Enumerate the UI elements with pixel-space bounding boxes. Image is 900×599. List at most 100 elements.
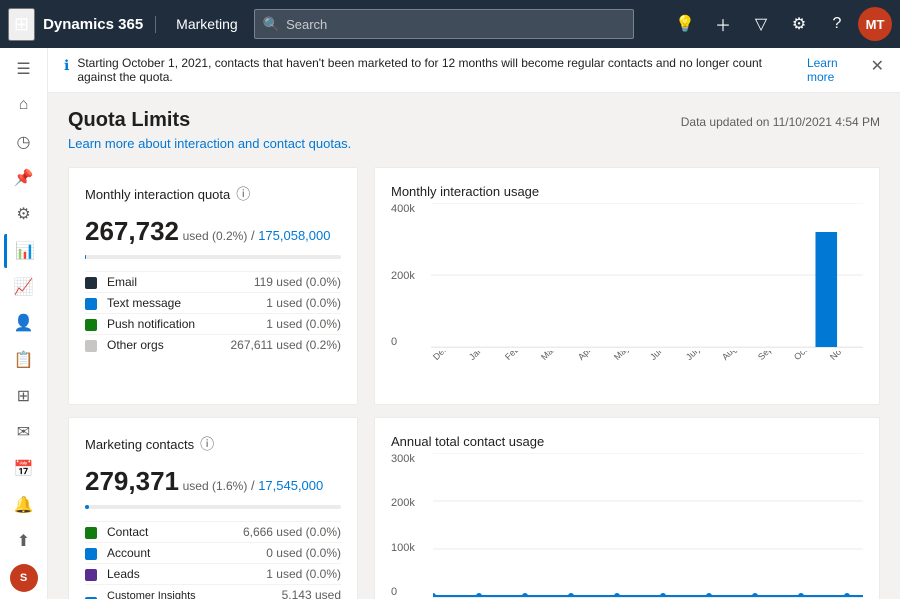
- sidebar: ☰ ⌂ ◷ 📌 ⚙ 📊 📈 👤 📋 ⊞ ✉ 📅 🔔 ⬆ S: [0, 48, 48, 599]
- search-icon: 🔍: [263, 16, 280, 33]
- monthly-chart-title: Monthly interaction usage: [391, 184, 863, 199]
- monthly-quota-total: 175,058,000: [258, 228, 330, 243]
- marketing-contacts-title: Marketing contacts ⓘ: [85, 434, 341, 454]
- text-color-dot: [85, 298, 97, 310]
- info-icon: ℹ: [64, 57, 69, 74]
- question-button[interactable]: ?: [820, 7, 854, 41]
- page-content: Quota Limits Data updated on 11/10/2021 …: [48, 93, 900, 599]
- contacts-slash: /: [251, 478, 255, 493]
- second-cards-row: Marketing contacts ⓘ 279,371 used (1.6%)…: [68, 417, 880, 599]
- sidebar-item-user-bottom[interactable]: S: [4, 561, 44, 595]
- email-color-dot: [85, 277, 97, 289]
- dot-6: [706, 593, 712, 598]
- annual-chart-area: 300k 200k 100k 0: [391, 453, 863, 599]
- filter-button[interactable]: ▽: [744, 7, 778, 41]
- monthly-quota-info-icon[interactable]: ⓘ: [236, 184, 250, 204]
- user-avatar[interactable]: MT: [858, 7, 892, 41]
- text-value: 1 used (0.0%): [211, 293, 341, 314]
- legend-row-other: Other orgs 267,611 used (0.2%): [85, 335, 341, 356]
- annual-y-axis: 300k 200k 100k 0: [391, 453, 415, 598]
- monthly-quota-slash: /: [251, 228, 255, 243]
- sidebar-item-active[interactable]: 📊: [4, 234, 44, 268]
- settings-button[interactable]: ⚙: [782, 7, 816, 41]
- module-name: Marketing: [164, 16, 237, 32]
- x-jun: June: [648, 351, 679, 362]
- sidebar-item-segments[interactable]: ⊞: [4, 379, 44, 413]
- sidebar-item-recent[interactable]: ◷: [4, 125, 44, 159]
- sidebar-item-email[interactable]: ✉: [4, 415, 44, 449]
- annual-line-chart-svg: [433, 453, 863, 598]
- learn-more-link[interactable]: Learn more: [807, 56, 863, 84]
- annual-chart-title: Annual total contact usage: [391, 434, 863, 449]
- contacts-used-pct: used (1.6%): [183, 479, 248, 493]
- app-grid-button[interactable]: ⊞: [8, 8, 35, 41]
- search-box[interactable]: 🔍: [254, 9, 634, 39]
- contacts-bar-container: [85, 505, 341, 509]
- sidebar-item-home[interactable]: ⌂: [4, 88, 44, 122]
- sidebar-item-settings[interactable]: ⚙: [4, 197, 44, 231]
- monthly-quota-used-pct: used (0.2%): [183, 229, 248, 243]
- x-jan: January: [467, 351, 498, 362]
- marketing-contacts-card: Marketing contacts ⓘ 279,371 used (1.6%)…: [68, 417, 358, 599]
- leads-label: Leads: [107, 564, 232, 585]
- sidebar-item-alerts[interactable]: 🔔: [4, 488, 44, 522]
- quota-learn-link[interactable]: Learn more about interaction and contact…: [68, 136, 351, 151]
- dot-3: [568, 593, 574, 598]
- leads-value: 1 used (0.0%): [232, 564, 341, 585]
- text-label: Text message: [107, 293, 211, 314]
- y-label-400k: 400k: [391, 203, 415, 215]
- other-color-dot: [85, 340, 97, 352]
- notification-close-button[interactable]: ✕: [871, 56, 884, 76]
- legend-row-email: Email 119 used (0.0%): [85, 272, 341, 293]
- x-apr: April: [576, 351, 607, 362]
- annual-y-0: 0: [391, 586, 415, 598]
- y-label-0: 0: [391, 336, 415, 348]
- annual-y-200k: 200k: [391, 497, 415, 509]
- monthly-bar-chart-svg: [431, 203, 863, 348]
- marketing-contacts-info-icon[interactable]: ⓘ: [200, 434, 214, 454]
- november-bar: [815, 232, 837, 348]
- first-cards-row: Monthly interaction quota ⓘ 267,732 used…: [68, 167, 880, 405]
- email-label: Email: [107, 272, 211, 293]
- contact-value: 6,666 used (0.0%): [232, 522, 341, 543]
- add-button[interactable]: ＋: [706, 7, 740, 41]
- x-may: May: [612, 351, 643, 362]
- dot-4: [614, 593, 620, 598]
- search-input[interactable]: [286, 17, 625, 32]
- data-updated-label: Data updated on 11/10/2021 4:54 PM: [681, 115, 880, 129]
- sidebar-item-chart[interactable]: 📈: [4, 270, 44, 304]
- account-label: Account: [107, 543, 232, 564]
- sidebar-avatar: S: [10, 564, 38, 592]
- ci-label: Customer Insights profiles: [107, 585, 232, 599]
- notification-text: Starting October 1, 2021, contacts that …: [77, 56, 787, 84]
- sidebar-item-pinned[interactable]: 📌: [4, 161, 44, 195]
- help-lightbulb-button[interactable]: 💡: [668, 7, 702, 41]
- notification-bar: ℹ Starting October 1, 2021, contacts tha…: [48, 48, 900, 93]
- sidebar-item-calendar[interactable]: 📅: [4, 452, 44, 486]
- x-nov: November: [828, 351, 859, 362]
- legend-row-contact: Contact 6,666 used (0.0%): [85, 522, 341, 543]
- email-value: 119 used (0.0%): [211, 272, 341, 293]
- main-wrapper: ☰ ⌂ ◷ 📌 ⚙ 📊 📈 👤 📋 ⊞ ✉ 📅 🔔 ⬆ S ℹ Starting…: [0, 48, 900, 599]
- x-oct: October: [792, 351, 823, 362]
- sidebar-item-lists[interactable]: 📋: [4, 343, 44, 377]
- x-jul: July: [684, 351, 715, 362]
- monthly-chart-card: Monthly interaction usage 400k 200k 0: [374, 167, 880, 405]
- contacts-total: 17,545,000: [258, 478, 323, 493]
- contacts-legend-table: Contact 6,666 used (0.0%) Account 0 used…: [85, 521, 341, 599]
- sidebar-item-upload[interactable]: ⬆: [4, 524, 44, 558]
- monthly-quota-card: Monthly interaction quota ⓘ 267,732 used…: [68, 167, 358, 405]
- push-color-dot: [85, 319, 97, 331]
- push-label: Push notification: [107, 314, 211, 335]
- dot-7: [752, 593, 758, 598]
- account-dot: [85, 548, 97, 560]
- ci-value: 5,143 used(0.0%): [232, 585, 341, 599]
- dot-8: [798, 593, 804, 598]
- leads-dot: [85, 569, 97, 581]
- sidebar-item-contacts[interactable]: 👤: [4, 306, 44, 340]
- dot-5: [660, 593, 666, 598]
- x-mar: March: [539, 351, 570, 362]
- sidebar-item-menu[interactable]: ☰: [4, 52, 44, 86]
- legend-row-push: Push notification 1 used (0.0%): [85, 314, 341, 335]
- contact-label: Contact: [107, 522, 232, 543]
